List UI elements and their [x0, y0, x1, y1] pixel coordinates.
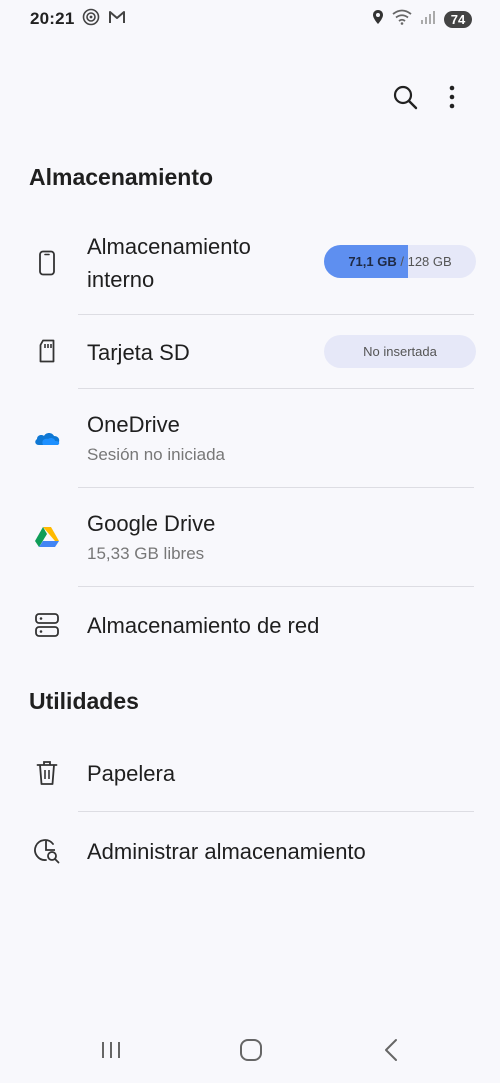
storage-item-network[interactable]: Almacenamiento de red: [0, 587, 500, 665]
storage-item-onedrive[interactable]: OneDrive Sesión no iniciada: [0, 389, 500, 487]
utility-item-manage-storage[interactable]: Administrar almacenamiento: [0, 812, 500, 892]
used-value: 71,1 GB: [348, 254, 397, 269]
storage-item-internal[interactable]: Almacenamiento interno 71,1 GB / 128 GB: [0, 225, 500, 313]
more-vert-icon: [448, 85, 456, 114]
internal-title-line2: interno: [87, 267, 155, 292]
battery-indicator: 74: [444, 10, 472, 28]
hotspot-icon: [82, 8, 100, 31]
search-icon: [392, 84, 418, 115]
network-storage-icon: [33, 611, 61, 639]
sd-card-icon: [33, 337, 61, 365]
home-icon: [239, 1038, 263, 1067]
trash-title: Papelera: [87, 761, 176, 786]
status-bar: 20:21 74: [0, 0, 500, 38]
sd-status-pill: No insertada: [324, 335, 476, 368]
sd-status: No insertada: [363, 344, 437, 359]
gdrive-subtitle: 15,33 GB libres: [87, 544, 205, 563]
onedrive-title: OneDrive: [87, 412, 180, 437]
manage-storage-icon: [33, 837, 61, 865]
status-left: 20:21: [30, 8, 126, 31]
gmail-icon: [108, 9, 126, 30]
clock: 20:21: [30, 9, 75, 28]
usage-text: 71,1 GB / 128 GB: [324, 254, 476, 269]
onedrive-subtitle: Sesión no iniciada: [87, 445, 225, 464]
wifi-icon: [392, 9, 412, 30]
trash-icon: [33, 759, 61, 787]
utility-item-trash[interactable]: Papelera: [0, 735, 500, 811]
onedrive-icon: [33, 424, 61, 452]
storage-item-google-drive[interactable]: Google Drive 15,33 GB libres: [0, 488, 500, 586]
total-value: / 128 GB: [396, 254, 452, 269]
section-title-utilities: Utilidades: [29, 688, 139, 714]
google-drive-icon: [33, 523, 61, 551]
gdrive-title: Google Drive: [87, 511, 216, 536]
section-title-storage: Almacenamiento: [29, 164, 214, 190]
signal-icon: [420, 10, 436, 29]
network-title: Almacenamiento de red: [87, 613, 320, 638]
back-icon: [383, 1038, 399, 1067]
sd-title: Tarjeta SD: [87, 340, 190, 365]
navigation-bar: [0, 1020, 500, 1083]
phone-icon: [33, 249, 61, 277]
internal-title-line1: Almacenamiento: [87, 234, 251, 259]
location-icon: [372, 9, 384, 30]
status-right: 74: [372, 9, 472, 30]
search-button[interactable]: [390, 84, 420, 114]
more-options-button[interactable]: [437, 84, 467, 114]
storage-item-sd[interactable]: Tarjeta SD No insertada: [0, 315, 500, 388]
back-button[interactable]: [377, 1038, 405, 1066]
recent-apps-button[interactable]: [97, 1038, 125, 1066]
recent-apps-icon: [99, 1040, 123, 1065]
manage-title: Administrar almacenamiento: [87, 839, 366, 864]
internal-usage-pill: 71,1 GB / 128 GB: [324, 245, 476, 278]
home-button[interactable]: [237, 1038, 265, 1066]
